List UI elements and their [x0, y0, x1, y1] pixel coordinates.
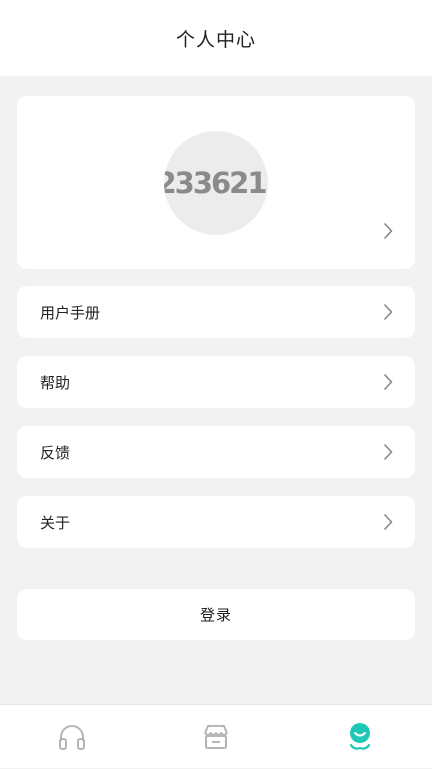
profile-icon: [346, 721, 374, 753]
chevron-right-icon: [383, 374, 393, 390]
tab-listen[interactable]: [0, 705, 144, 769]
avatar[interactable]: 233621 ®: [164, 131, 268, 235]
store-icon: [201, 722, 231, 752]
chevron-right-icon: [383, 304, 393, 320]
menu-item-label: 用户手册: [40, 303, 101, 322]
menu-item-about[interactable]: 关于: [17, 496, 415, 548]
menu-item-label: 关于: [40, 513, 71, 532]
chevron-right-icon: [383, 444, 393, 460]
avatar-logo: 233621 ®: [164, 166, 268, 200]
profile-card[interactable]: 233621 ®: [17, 96, 415, 269]
menu-item-help[interactable]: 帮助: [17, 356, 415, 408]
login-button[interactable]: 登录: [17, 589, 415, 640]
bottom-tab-bar: [0, 704, 432, 768]
login-button-label: 登录: [199, 606, 232, 624]
top-bar: 个人中心: [0, 0, 432, 76]
menu-item-user-manual[interactable]: 用户手册: [17, 286, 415, 338]
chevron-right-icon: [383, 514, 393, 530]
page-title: 个人中心: [175, 28, 256, 51]
chevron-right-icon: [383, 223, 393, 239]
menu-item-label: 帮助: [40, 373, 71, 392]
avatar-logo-mark: ®: [267, 170, 268, 180]
menu-item-feedback[interactable]: 反馈: [17, 426, 415, 478]
menu-item-label: 反馈: [40, 443, 71, 462]
avatar-logo-text: 233621: [164, 166, 268, 200]
headphones-icon: [57, 722, 87, 752]
tab-profile[interactable]: [288, 705, 432, 769]
tab-store[interactable]: [144, 705, 288, 769]
